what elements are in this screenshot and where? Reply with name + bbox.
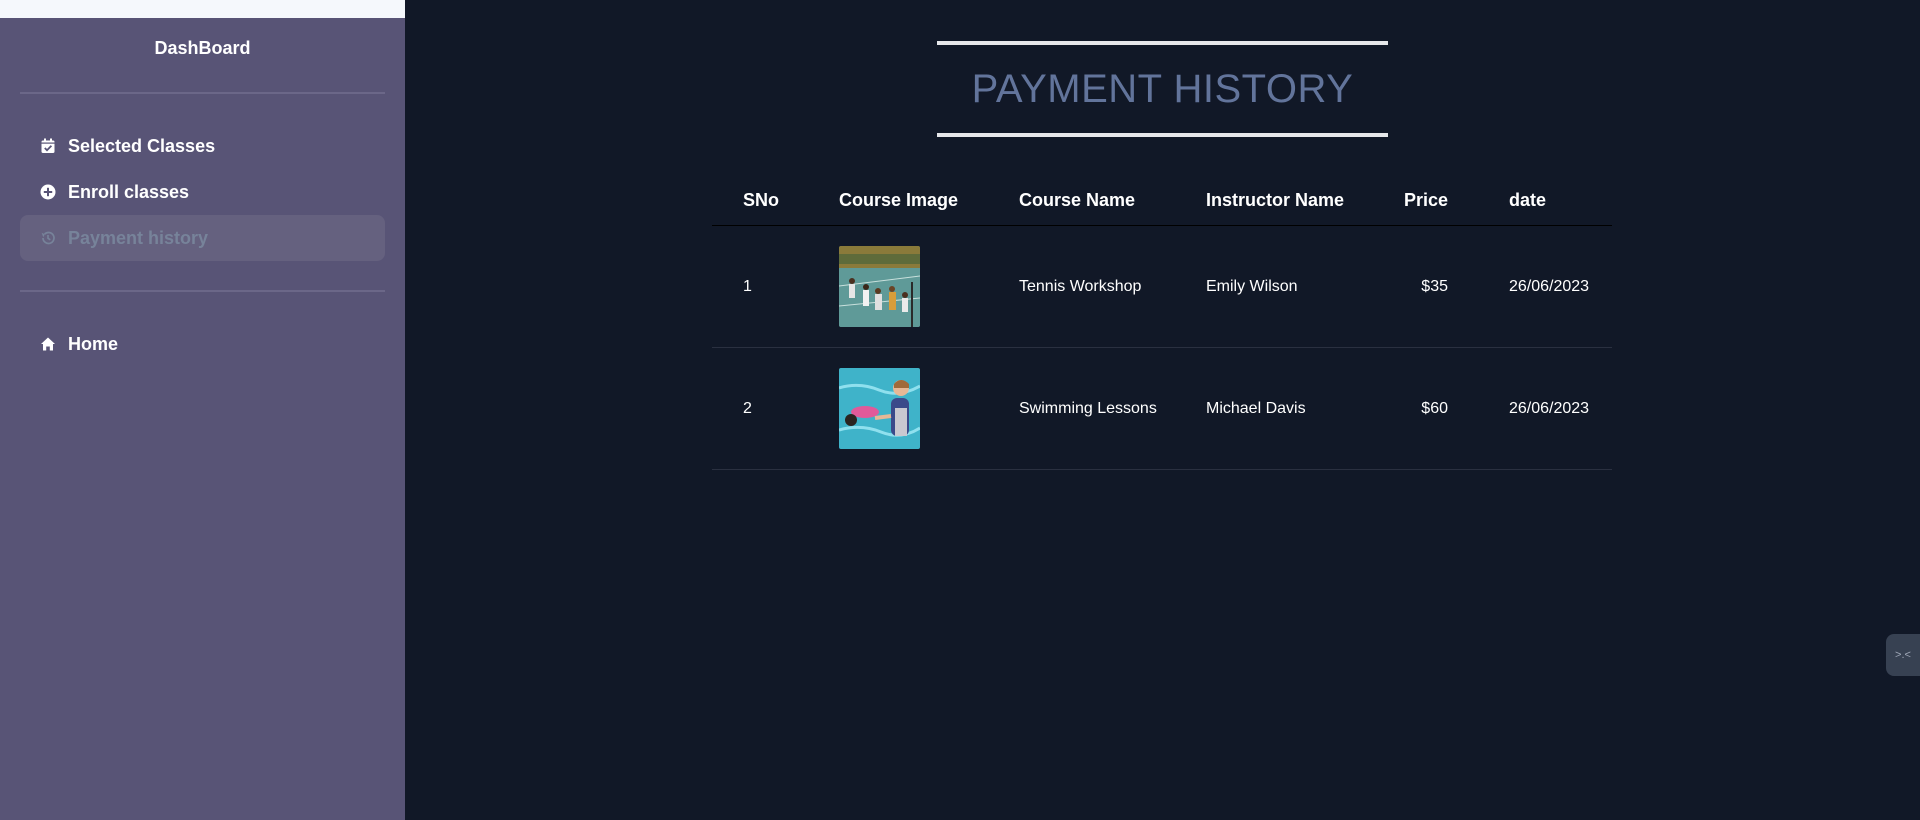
table-header-row: SNo Course Image Course Name Instructor …: [712, 176, 1612, 226]
widget-face-label: >.<: [1895, 649, 1911, 661]
sidebar-item-label: Home: [68, 333, 119, 354]
page-title-block: PAYMENT HISTORY: [937, 41, 1388, 137]
cell-course-image: [839, 348, 920, 469]
header-course-name: Course Name: [1019, 190, 1136, 210]
cell-course-image: [839, 226, 920, 347]
cell-price: $60: [1421, 399, 1448, 417]
sidebar-top-strip: [0, 0, 405, 18]
calendar-check-icon: [40, 138, 56, 154]
sidebar-divider: [20, 290, 385, 292]
floating-helper-widget[interactable]: >.<: [1886, 634, 1920, 676]
plus-circle-icon: [40, 184, 56, 200]
cell-date: 26/06/2023: [1509, 399, 1590, 417]
cell-date: 26/06/2023: [1509, 277, 1590, 295]
title-bottom-rule: [937, 133, 1388, 137]
cell-course-name: Tennis Workshop: [1019, 277, 1142, 295]
cell-sno: 2: [743, 399, 752, 417]
history-icon: [40, 230, 56, 246]
swimming-lesson-photo: [839, 368, 920, 449]
payment-history-table: SNo Course Image Course Name Instructor …: [712, 176, 1612, 470]
home-icon: [40, 336, 56, 352]
cell-instructor-name: Michael Davis: [1206, 399, 1306, 417]
sidebar: DashBoard Selected Classes Enroll classe…: [0, 0, 405, 820]
cell-instructor-name: Emily Wilson: [1206, 277, 1298, 295]
page-title: PAYMENT HISTORY: [971, 67, 1354, 111]
header-sno: SNo: [743, 190, 779, 210]
sidebar-item-label: Payment history: [68, 227, 209, 248]
sidebar-item-enroll-classes[interactable]: Enroll classes: [20, 169, 385, 215]
cell-course-name: Swimming Lessons: [1019, 399, 1157, 417]
sidebar-item-home[interactable]: Home: [20, 321, 385, 367]
tennis-class-photo: [839, 246, 920, 327]
cell-price: $35: [1421, 277, 1448, 295]
sidebar-item-label: Selected Classes: [68, 135, 216, 156]
sidebar-item-selected-classes[interactable]: Selected Classes: [20, 123, 385, 169]
header-price: Price: [1403, 190, 1448, 210]
header-date: date: [1509, 190, 1547, 210]
table-row: 2 Swimming Lessons Michael Davis $60 26/…: [712, 348, 1612, 470]
sidebar-item-label: Enroll classes: [68, 181, 190, 202]
sidebar-title: DashBoard: [154, 38, 251, 58]
sidebar-item-payment-history[interactable]: Payment history: [20, 215, 385, 261]
cell-sno: 1: [743, 277, 752, 295]
table-row: 1 Tennis Workshop Emily Wilson $35 26/06…: [712, 226, 1612, 348]
header-instructor-name: Instructor Name: [1206, 190, 1345, 210]
sidebar-divider: [20, 92, 385, 94]
header-course-image: Course Image: [839, 190, 959, 210]
